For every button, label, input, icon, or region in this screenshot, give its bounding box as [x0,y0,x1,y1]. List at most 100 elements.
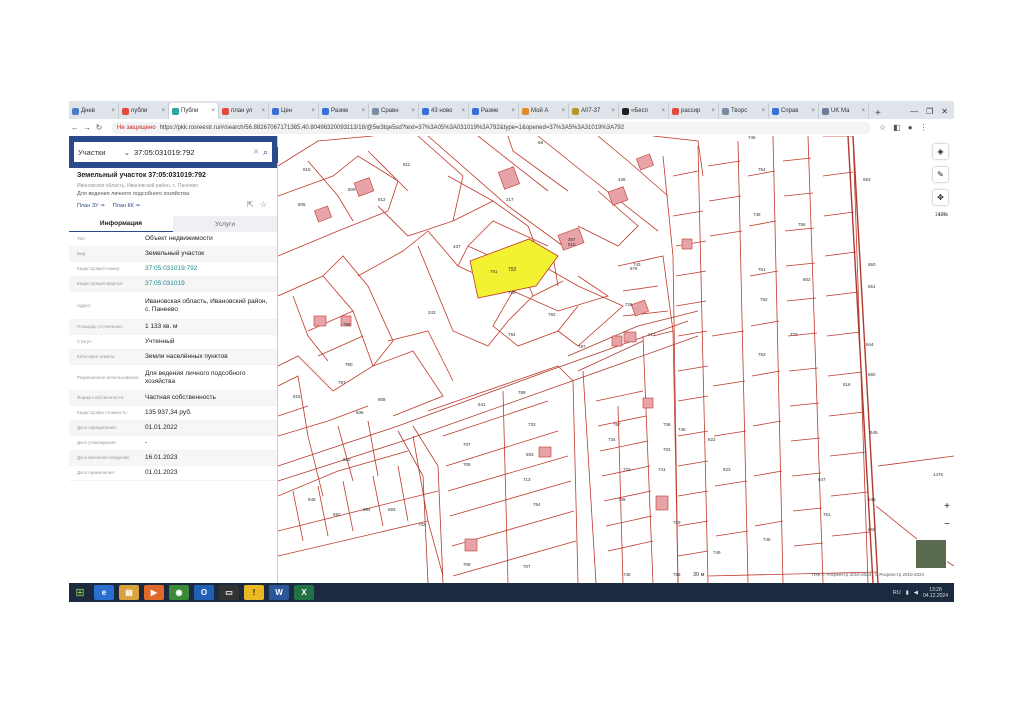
plan-kk-link[interactable]: План КК ⇒ [113,203,140,209]
chevron-down-icon: ⌄ [123,147,130,157]
tab-information[interactable]: Информация [69,216,173,232]
media-player-icon[interactable]: ▶ [144,585,164,600]
parcel-number-label: 748 [753,212,761,217]
property-row: Статус: Учтенный [69,335,277,350]
property-key: Дата утверждения: [77,440,117,445]
parcel-number-label: 754 [533,502,541,507]
tab-close-icon[interactable]: × [361,108,365,114]
tab-close-icon[interactable]: × [711,108,715,114]
language-indicator[interactable]: RU [893,590,901,596]
zoom-in-icon[interactable]: + [944,501,950,512]
maximize-icon[interactable]: ❐ [926,107,933,116]
tab-close-icon[interactable]: × [211,108,215,114]
tab-close-icon[interactable]: × [661,108,665,114]
property-key: Статус: [77,339,93,344]
chrome-icon[interactable]: ◉ [169,585,189,600]
tab-close-icon[interactable]: × [761,108,765,114]
not-secure-badge[interactable]: Не защищено [117,125,156,131]
crosshair-icon[interactable]: ✥ [933,190,948,205]
parcel-number-label: 693 [526,452,534,457]
outlook-icon[interactable]: O [194,585,214,600]
tab-close-icon[interactable]: × [261,108,265,114]
volume-icon[interactable]: ◀ [914,590,918,596]
reload-icon[interactable]: ↻ [93,123,105,132]
favorite-icon[interactable]: ☆ [260,200,267,209]
tab-close-icon[interactable]: × [511,108,515,114]
back-icon[interactable]: ← [69,123,81,132]
layers-icon[interactable]: ◈ [933,144,948,159]
excel-icon[interactable]: X [294,585,314,600]
browser-tab[interactable]: Публи × [169,103,219,119]
menu-icon[interactable]: ⋮ [920,123,928,132]
browser-tab[interactable]: «Бесп × [619,103,669,119]
tab-close-icon[interactable]: × [811,108,815,114]
network-icon[interactable]: ▮ [906,590,909,596]
tab-close-icon[interactable]: × [311,108,315,114]
clear-icon[interactable]: ✕ [253,148,259,156]
profile-icon[interactable]: ● [908,123,913,132]
map-canvas[interactable]: 815 811 812 805 68 217 428 746 809 754 748 756 653 81… [278,136,954,583]
tab-close-icon[interactable]: × [461,108,465,114]
property-key: Адрес: [77,302,92,308]
close-icon[interactable]: ✕ [941,107,948,116]
sidebar-icon[interactable]: ◧ [893,123,901,132]
parcel-number-label: 815 [303,167,311,172]
property-value[interactable]: 37:05:031019:792 [145,265,269,273]
browser-tab[interactable]: UK Ма × [819,103,869,119]
url-field[interactable]: Не защищено https://pkk.rosreestr.ru/#/s… [111,121,871,134]
browser-tab[interactable]: Сравн × [369,103,419,119]
property-row: Вид: Земельный участок [69,247,277,262]
start-button[interactable]: ⊞ [71,585,89,601]
terminal-icon[interactable]: ▭ [219,585,239,600]
ie-icon[interactable]: e [94,585,114,600]
tab-close-icon[interactable]: × [161,108,165,114]
basemap-thumbnail[interactable] [915,539,947,569]
tab-close-icon[interactable]: × [861,108,865,114]
browser-tab[interactable]: 43 ново × [419,103,469,119]
parcel-number-label: 756 [673,572,681,577]
browser-tab[interactable]: Мой А × [519,103,569,119]
browser-tab[interactable]: Разме × [319,103,369,119]
search-query[interactable]: 37:05:031019:792 [134,148,249,157]
word-icon[interactable]: W [269,585,289,600]
browser-tab[interactable]: план ул × [219,103,269,119]
parcel-number-label: 651 [868,284,876,289]
property-value: Объект недвижимости [145,235,213,242]
tab-label: 43 ново [431,108,453,114]
browser-tab[interactable]: Днев × [69,103,119,119]
new-tab-button[interactable]: + [869,108,887,119]
browser-tab[interactable]: Разме × [469,103,519,119]
share-icon[interactable]: ⇱ [247,200,254,209]
object-use: Для ведения личного подсобного хозяйства [77,191,189,197]
parcel-number-label: 217 [648,332,656,337]
explorer-icon[interactable]: ▤ [119,585,139,600]
tab-label: Разме [331,108,349,114]
browser-tab[interactable]: Цен × [269,103,319,119]
browser-tab[interactable]: рассир × [669,103,719,119]
property-value[interactable]: 37:05:031019 [145,280,269,288]
browser-tab[interactable]: Справ × [769,103,819,119]
ruler-icon[interactable]: ✎ [933,167,948,182]
plan-zu-link[interactable]: План ЗУ ⇒ [77,203,105,209]
search-type-select[interactable]: Участки ⌄ [78,148,130,157]
tab-close-icon[interactable]: × [611,108,615,114]
tab-label: Публи [181,108,199,114]
cadastral-map[interactable]: 815 811 812 805 68 217 428 746 809 754 748 756 653 81… [278,136,954,583]
browser-tab[interactable]: А07-37 × [569,103,619,119]
search-input[interactable]: Участки ⌄ 37:05:031019:792 ✕ ⌕ [74,142,272,162]
browser-tab[interactable]: публи × [119,103,169,119]
browser-tab[interactable]: Творс × [719,103,769,119]
forward-icon[interactable]: → [81,123,93,132]
search-icon[interactable]: ⌕ [263,147,268,158]
zoom-out-icon[interactable]: − [944,519,950,530]
property-row: Категория земель: Земли населённых пункто… [69,350,277,365]
minimize-icon[interactable]: — [910,107,918,116]
clock[interactable]: 13:28 04.12.2024 [923,587,948,599]
address-bar: ← → ↻ Не защищено https://pkk.rosreestr.… [69,119,954,137]
tab-close-icon[interactable]: × [411,108,415,114]
warning-app-icon[interactable]: ! [244,585,264,600]
tab-services[interactable]: Услуги [173,216,277,232]
tab-close-icon[interactable]: × [561,108,565,114]
bookmark-star-icon[interactable]: ☆ [879,123,886,132]
tab-close-icon[interactable]: × [111,108,115,114]
